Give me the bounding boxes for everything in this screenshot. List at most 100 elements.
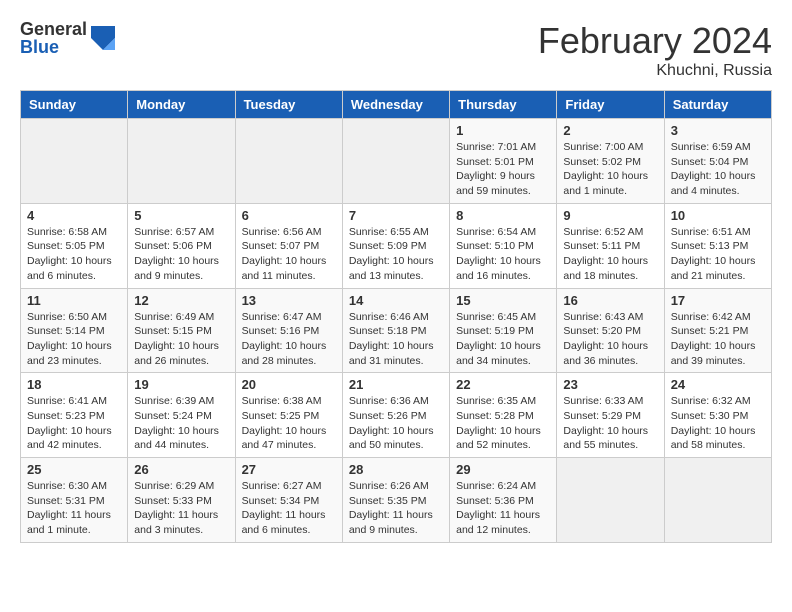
calendar-week-1: 1 Sunrise: 7:01 AMSunset: 5:01 PMDaylight… (21, 119, 772, 204)
day-info: Sunrise: 6:27 AMSunset: 5:34 PMDaylight:… (242, 479, 336, 538)
calendar-week-3: 11 Sunrise: 6:50 AMSunset: 5:14 PMDayligh… (21, 288, 772, 373)
day-info: Sunrise: 6:58 AMSunset: 5:05 PMDaylight:… (27, 225, 121, 284)
calendar-cell: 22Sunrise: 6:35 AMSunset: 5:28 PMDayligh… (450, 373, 557, 458)
day-info: Sunrise: 6:43 AMSunset: 5:20 PMDaylight:… (563, 310, 657, 369)
day-info: Sunrise: 6:32 AMSunset: 5:30 PMDaylight:… (671, 394, 765, 453)
calendar-week-5: 25Sunrise: 6:30 AMSunset: 5:31 PMDayligh… (21, 458, 772, 543)
day-info: Sunrise: 6:49 AMSunset: 5:15 PMDaylight:… (134, 310, 228, 369)
calendar-cell: 12 Sunrise: 6:49 AMSunset: 5:15 PMDayligh… (128, 288, 235, 373)
day-number: 1 (456, 123, 550, 138)
calendar-header-monday: Monday (128, 91, 235, 119)
day-info: Sunrise: 6:46 AMSunset: 5:18 PMDaylight:… (349, 310, 443, 369)
calendar-cell: 3Sunrise: 6:59 AMSunset: 5:04 PMDaylight… (664, 119, 771, 204)
calendar-cell: 17Sunrise: 6:42 AMSunset: 5:21 PMDayligh… (664, 288, 771, 373)
calendar-cell: 8Sunrise: 6:54 AMSunset: 5:10 PMDaylight… (450, 203, 557, 288)
day-number: 19 (134, 377, 228, 392)
calendar-cell: 25Sunrise: 6:30 AMSunset: 5:31 PMDayligh… (21, 458, 128, 543)
day-info: Sunrise: 6:45 AMSunset: 5:19 PMDaylight:… (456, 310, 550, 369)
calendar-cell (557, 458, 664, 543)
logo: General Blue (20, 20, 115, 56)
day-info: Sunrise: 6:56 AMSunset: 5:07 PMDaylight:… (242, 225, 336, 284)
day-info: Sunrise: 6:39 AMSunset: 5:24 PMDaylight:… (134, 394, 228, 453)
calendar-cell (128, 119, 235, 204)
day-info: Sunrise: 6:24 AMSunset: 5:36 PMDaylight:… (456, 479, 550, 538)
day-number: 20 (242, 377, 336, 392)
calendar-cell: 28 Sunrise: 6:26 AMSunset: 5:35 PMDayligh… (342, 458, 449, 543)
calendar-cell (342, 119, 449, 204)
day-number: 8 (456, 208, 550, 223)
calendar-header-sunday: Sunday (21, 91, 128, 119)
day-info: Sunrise: 6:36 AMSunset: 5:26 PMDaylight:… (349, 394, 443, 453)
day-number: 2 (563, 123, 657, 138)
calendar-cell: 9Sunrise: 6:52 AMSunset: 5:11 PMDaylight… (557, 203, 664, 288)
day-number: 26 (134, 462, 228, 477)
calendar-header-row: SundayMondayTuesdayWednesdayThursdayFrid… (21, 91, 772, 119)
day-number: 5 (134, 208, 228, 223)
day-number: 27 (242, 462, 336, 477)
calendar-cell: 21 Sunrise: 6:36 AMSunset: 5:26 PMDayligh… (342, 373, 449, 458)
day-number: 7 (349, 208, 443, 223)
calendar-header-wednesday: Wednesday (342, 91, 449, 119)
day-number: 25 (27, 462, 121, 477)
calendar-cell: 29 Sunrise: 6:24 AMSunset: 5:36 PMDayligh… (450, 458, 557, 543)
day-number: 23 (563, 377, 657, 392)
day-number: 6 (242, 208, 336, 223)
day-number: 4 (27, 208, 121, 223)
day-number: 17 (671, 293, 765, 308)
calendar-cell: 13Sunrise: 6:47 AMSunset: 5:16 PMDayligh… (235, 288, 342, 373)
calendar-header-thursday: Thursday (450, 91, 557, 119)
day-number: 11 (27, 293, 121, 308)
page-header: General Blue February 2024 Khuchni, Russ… (20, 20, 772, 80)
calendar-cell: 4 Sunrise: 6:58 AMSunset: 5:05 PMDaylight… (21, 203, 128, 288)
day-number: 13 (242, 293, 336, 308)
day-info: Sunrise: 7:01 AMSunset: 5:01 PMDaylight:… (456, 140, 550, 199)
calendar-cell (21, 119, 128, 204)
day-number: 12 (134, 293, 228, 308)
calendar-cell: 18 Sunrise: 6:41 AMSunset: 5:23 PMDayligh… (21, 373, 128, 458)
day-number: 14 (349, 293, 443, 308)
day-info: Sunrise: 6:26 AMSunset: 5:35 PMDaylight:… (349, 479, 443, 538)
calendar-cell: 24 Sunrise: 6:32 AMSunset: 5:30 PMDayligh… (664, 373, 771, 458)
calendar-cell: 6 Sunrise: 6:56 AMSunset: 5:07 PMDaylight… (235, 203, 342, 288)
title-section: February 2024 Khuchni, Russia (538, 20, 772, 80)
calendar-cell: 19 Sunrise: 6:39 AMSunset: 5:24 PMDayligh… (128, 373, 235, 458)
calendar-cell: 15Sunrise: 6:45 AMSunset: 5:19 PMDayligh… (450, 288, 557, 373)
calendar-cell: 20 Sunrise: 6:38 AMSunset: 5:25 PMDayligh… (235, 373, 342, 458)
day-number: 28 (349, 462, 443, 477)
logo-text: General Blue (20, 20, 87, 56)
calendar-header-friday: Friday (557, 91, 664, 119)
calendar-week-4: 18 Sunrise: 6:41 AMSunset: 5:23 PMDayligh… (21, 373, 772, 458)
day-info: Sunrise: 6:59 AMSunset: 5:04 PMDaylight:… (671, 140, 765, 199)
day-info: Sunrise: 6:50 AMSunset: 5:14 PMDaylight:… (27, 310, 121, 369)
logo-icon (91, 26, 115, 50)
calendar-table: SundayMondayTuesdayWednesdayThursdayFrid… (20, 90, 772, 543)
calendar-header-saturday: Saturday (664, 91, 771, 119)
calendar-cell: 14 Sunrise: 6:46 AMSunset: 5:18 PMDayligh… (342, 288, 449, 373)
day-info: Sunrise: 6:57 AMSunset: 5:06 PMDaylight:… (134, 225, 228, 284)
month-title: February 2024 (538, 20, 772, 62)
day-info: Sunrise: 6:29 AMSunset: 5:33 PMDaylight:… (134, 479, 228, 538)
calendar-cell (664, 458, 771, 543)
day-number: 21 (349, 377, 443, 392)
calendar-cell: 10Sunrise: 6:51 AMSunset: 5:13 PMDayligh… (664, 203, 771, 288)
day-number: 29 (456, 462, 550, 477)
day-number: 18 (27, 377, 121, 392)
day-info: Sunrise: 6:52 AMSunset: 5:11 PMDaylight:… (563, 225, 657, 284)
day-info: Sunrise: 7:00 AMSunset: 5:02 PMDaylight:… (563, 140, 657, 199)
calendar-week-2: 4 Sunrise: 6:58 AMSunset: 5:05 PMDaylight… (21, 203, 772, 288)
day-info: Sunrise: 6:38 AMSunset: 5:25 PMDaylight:… (242, 394, 336, 453)
location: Khuchni, Russia (538, 62, 772, 80)
calendar-cell: 23 Sunrise: 6:33 AMSunset: 5:29 PMDayligh… (557, 373, 664, 458)
calendar-cell: 5 Sunrise: 6:57 AMSunset: 5:06 PMDaylight… (128, 203, 235, 288)
calendar-cell: 27 Sunrise: 6:27 AMSunset: 5:34 PMDayligh… (235, 458, 342, 543)
logo-general: General (20, 20, 87, 38)
calendar-header-tuesday: Tuesday (235, 91, 342, 119)
day-info: Sunrise: 6:33 AMSunset: 5:29 PMDaylight:… (563, 394, 657, 453)
day-number: 24 (671, 377, 765, 392)
calendar-cell (235, 119, 342, 204)
calendar-cell: 1 Sunrise: 7:01 AMSunset: 5:01 PMDaylight… (450, 119, 557, 204)
day-info: Sunrise: 6:41 AMSunset: 5:23 PMDaylight:… (27, 394, 121, 453)
calendar-cell: 2 Sunrise: 7:00 AMSunset: 5:02 PMDaylight… (557, 119, 664, 204)
logo-blue: Blue (20, 38, 87, 56)
calendar-cell: 26 Sunrise: 6:29 AMSunset: 5:33 PMDayligh… (128, 458, 235, 543)
